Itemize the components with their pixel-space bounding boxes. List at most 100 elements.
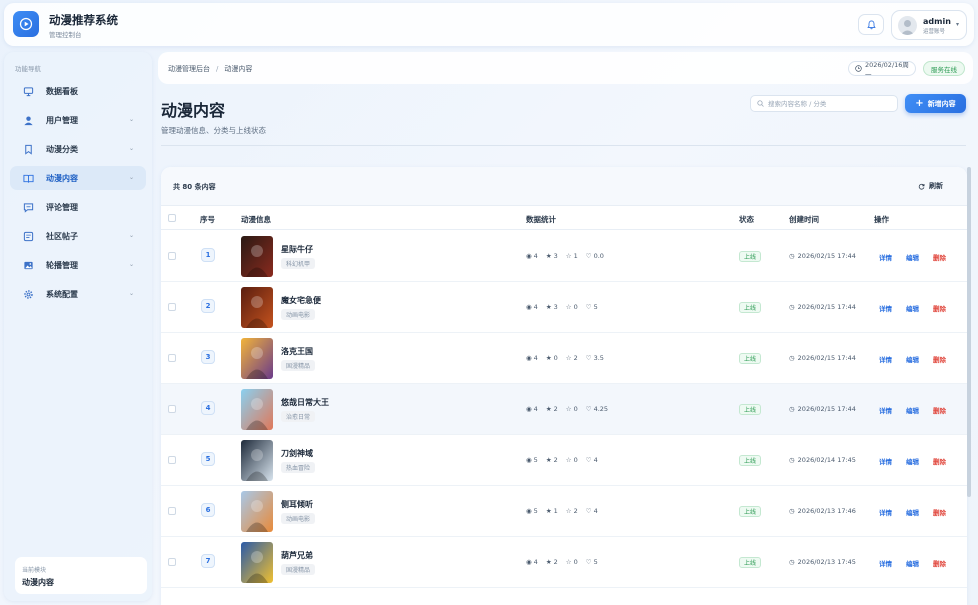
sidebar-item-community[interactable]: 社区帖子 ⌄ [10, 224, 146, 248]
anime-name[interactable]: 悠哉日常大王 [281, 397, 329, 408]
poster-image[interactable] [241, 491, 273, 532]
table-row[interactable]: 3 洛克王国 国漫精品 ◉ 4 ★ 0 ☆ 2 ♡ 3.5 上线 ◷ 2026/02/15 17:44 详情… [161, 333, 967, 384]
views-value: 4 [533, 303, 538, 311]
delete-button[interactable]: 删除 [933, 303, 946, 313]
search-input[interactable] [768, 99, 888, 108]
delete-button[interactable]: 删除 [933, 558, 946, 568]
table-row[interactable]: 4 悠哉日常大王 治愈日常 ◉ 4 ★ 2 ☆ 0 ♡ 4.25 上线 ◷ 2026/02/15 17:4… [161, 384, 967, 435]
table-header: 序号 动漫信息 数据统计 状态 创建时间 操作 [161, 207, 967, 230]
delete-button[interactable]: 删除 [933, 507, 946, 517]
header-actions: 操作 [874, 215, 889, 224]
anime-name[interactable]: 侧耳倾听 [281, 499, 313, 510]
anime-name[interactable]: 魔女宅急便 [281, 295, 321, 306]
detail-button[interactable]: 详情 [879, 507, 892, 517]
sidebar-item-label: 评论管理 [46, 202, 78, 212]
breadcrumb-root[interactable]: 动漫管理后台 [168, 65, 210, 73]
plus-icon: + [915, 97, 924, 109]
sidebar-item-categories[interactable]: 动漫分类 ⌄ [10, 137, 146, 161]
score-value: 4 [593, 456, 598, 464]
chevron-down-icon: ⌄ [128, 174, 134, 181]
edit-button[interactable]: 编辑 [906, 303, 919, 313]
user-icon [22, 114, 34, 126]
row-checkbox[interactable] [168, 252, 176, 260]
user-name: admin [923, 17, 951, 26]
edit-button[interactable]: 编辑 [906, 252, 919, 262]
row-checkbox[interactable] [168, 405, 176, 413]
views-value: 4 [533, 558, 538, 566]
poster-image[interactable] [241, 542, 273, 583]
edit-button[interactable]: 编辑 [906, 507, 919, 517]
detail-button[interactable]: 详情 [879, 558, 892, 568]
eye-icon: ◉ [526, 252, 532, 260]
category-tag: 动画电影 [281, 513, 316, 524]
edit-button[interactable]: 编辑 [906, 558, 919, 568]
sidebar-item-dashboard[interactable]: 数据看板 [10, 79, 146, 103]
poster-image[interactable] [241, 236, 273, 277]
notification-button[interactable] [858, 14, 884, 35]
poster-image[interactable] [241, 440, 273, 481]
delete-button[interactable]: 删除 [933, 405, 946, 415]
scrollbar[interactable] [967, 167, 971, 605]
anime-name[interactable]: 洛克王国 [281, 346, 313, 357]
gear-icon [22, 288, 34, 300]
detail-button[interactable]: 详情 [879, 252, 892, 262]
star-outline-icon: ☆ [565, 303, 572, 311]
delete-button[interactable]: 删除 [933, 354, 946, 364]
table-row[interactable]: 6 侧耳倾听 动画电影 ◉ 5 ★ 1 ☆ 2 ♡ 4 上线 ◷ 2026/02/13 17:46 详情 编辑… [161, 486, 967, 537]
poster-image[interactable] [241, 287, 273, 328]
detail-button[interactable]: 详情 [879, 456, 892, 466]
edit-button[interactable]: 编辑 [906, 405, 919, 415]
anime-name[interactable]: 刀剑神域 [281, 448, 313, 459]
sidebar-item-anime-content[interactable]: 动漫内容 ⌄ [10, 166, 146, 190]
edit-button[interactable]: 编辑 [906, 354, 919, 364]
search-box[interactable] [750, 95, 898, 112]
table-row[interactable]: 7 葫芦兄弟 国漫精品 ◉ 4 ★ 2 ☆ 0 ♡ 5 上线 ◷ 2026/02/13 17:45 详情 编辑… [161, 537, 967, 588]
table-toolbar: 共 80 条内容 刷新 [161, 167, 967, 206]
edit-button[interactable]: 编辑 [906, 456, 919, 466]
score-stat: ♡ 0.0 [586, 252, 604, 260]
row-checkbox[interactable] [168, 507, 176, 515]
delete-button[interactable]: 删除 [933, 252, 946, 262]
rates-value: 0 [573, 558, 578, 566]
star-filled-icon: ★ [545, 303, 552, 311]
select-all-checkbox[interactable] [168, 214, 176, 222]
created-time: ◷ 2026/02/15 17:44 [789, 252, 856, 260]
current-module-label: 当前模块 [22, 567, 47, 574]
created-value: 2026/02/15 17:44 [797, 354, 856, 362]
sidebar-item-carousel[interactable]: 轮播管理 ⌄ [10, 253, 146, 277]
detail-button[interactable]: 详情 [879, 405, 892, 415]
table-row[interactable]: 1 星际牛仔 科幻机甲 ◉ 4 ★ 3 ☆ 1 ♡ 0.0 上线 ◷ 2026/02/15 17:44 详情… [161, 231, 967, 282]
favs-stat: ★ 2 [546, 456, 558, 464]
community-icon [22, 230, 34, 242]
row-checkbox[interactable] [168, 303, 176, 311]
sidebar-item-users[interactable]: 用户管理 ⌄ [10, 108, 146, 132]
views-stat: ◉ 4 [526, 558, 538, 566]
poster-image[interactable] [241, 338, 273, 379]
trophy-icon: ♡ [585, 558, 592, 566]
row-checkbox[interactable] [168, 354, 176, 362]
row-checkbox[interactable] [168, 558, 176, 566]
anime-name[interactable]: 星际牛仔 [281, 244, 313, 255]
detail-button[interactable]: 详情 [879, 354, 892, 364]
refresh-icon [918, 183, 925, 190]
add-content-button[interactable]: + 新增内容 [905, 94, 966, 113]
user-menu[interactable]: admin 运营账号 ▾ [891, 10, 967, 40]
views-stat: ◉ 4 [526, 252, 538, 260]
app-subtitle: 管理控制台 [49, 31, 82, 39]
score-stat: ♡ 5 [586, 558, 598, 566]
row-checkbox[interactable] [168, 456, 176, 464]
clock-icon [855, 65, 862, 72]
eye-icon: ◉ [526, 405, 532, 413]
poster-image[interactable] [241, 389, 273, 430]
refresh-button[interactable]: 刷新 [918, 181, 943, 191]
delete-button[interactable]: 删除 [933, 456, 946, 466]
anime-name[interactable]: 葫芦兄弟 [281, 550, 313, 561]
sidebar-item-settings[interactable]: 系统配置 ⌄ [10, 282, 146, 306]
table-row[interactable]: 5 刀剑神域 热血冒险 ◉ 5 ★ 2 ☆ 0 ♡ 4 上线 ◷ 2026/02/14 17:45 详情 编辑… [161, 435, 967, 486]
sidebar-item-comments[interactable]: 评论管理 [10, 195, 146, 219]
score-value: 5 [593, 558, 598, 566]
scrollbar-thumb[interactable] [967, 167, 971, 497]
detail-button[interactable]: 详情 [879, 303, 892, 313]
table-row[interactable]: 2 魔女宅急便 动画电影 ◉ 4 ★ 3 ☆ 0 ♡ 5 上线 ◷ 2026/02/15 17:44 详情 编… [161, 282, 967, 333]
rates-stat: ☆ 1 [566, 252, 578, 260]
